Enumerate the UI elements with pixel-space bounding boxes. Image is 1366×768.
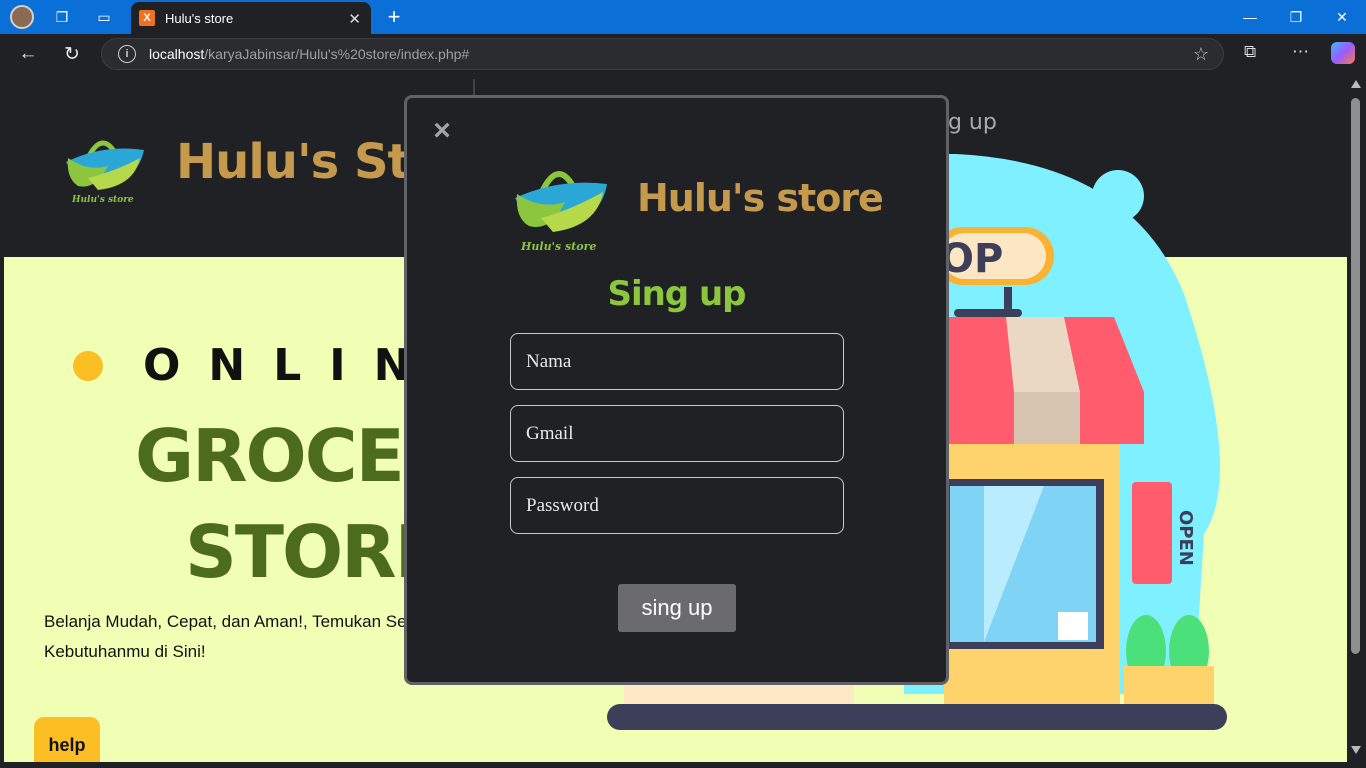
scroll-thumb[interactable] [1351, 98, 1360, 654]
close-icon[interactable]: × [429, 116, 455, 146]
hero-description: Belanja Mudah, Cepat, dan Aman!, Temukan… [44, 612, 407, 661]
logo-caption: Hulu's store [71, 195, 134, 205]
open-sign-text: OPEN [1175, 510, 1196, 566]
back-arrow-icon[interactable]: ← [16, 42, 40, 66]
window-close-icon[interactable]: ✕ [1322, 5, 1362, 29]
scroll-down-arrow-icon[interactable] [1351, 746, 1361, 754]
modal-brand: Hulu's store [637, 176, 884, 220]
signup-button[interactable]: sing up [618, 584, 736, 632]
signup-modal: × Hulu's store Hulu's store Sing up sing… [404, 95, 949, 685]
modal-logo-icon: Hulu's store [515, 171, 607, 253]
minimize-icon[interactable]: — [1230, 5, 1270, 29]
shop-sign-text: OP [940, 236, 1003, 282]
page-scrollbar[interactable] [1347, 74, 1366, 762]
help-button[interactable]: help [34, 717, 100, 762]
address-bar[interactable]: i localhost/karyaJabinsar/Hulu's%20store… [101, 38, 1224, 70]
tab-title: Hulu's store [165, 10, 234, 26]
profile-avatar[interactable] [10, 5, 34, 29]
copilot-icon[interactable] [1331, 42, 1355, 64]
refresh-icon[interactable]: ↻ [60, 42, 84, 66]
tab-hulus-store[interactable]: X Hulu's store ✕ [131, 2, 371, 34]
restore-icon[interactable]: ❐ [1276, 5, 1316, 29]
new-tab-icon[interactable]: + [382, 4, 406, 29]
browser-tab-bar: ❐ ▭ X Hulu's store ✕ + — ❐ ✕ [0, 0, 1366, 34]
extensions-icon[interactable]: ⧉ [1244, 42, 1256, 62]
modal-logo-caption: Hulu's store [520, 240, 596, 253]
name-field[interactable] [510, 333, 844, 390]
favorite-star-icon[interactable]: ☆ [1193, 44, 1209, 65]
gmail-field[interactable] [510, 405, 844, 462]
site-info-icon[interactable]: i [118, 45, 136, 63]
browser-toolbar: ← ↻ i localhost/karyaJabinsar/Hulu's%20s… [0, 34, 1366, 74]
url-text[interactable]: localhost/karyaJabinsar/Hulu's%20store/i… [149, 46, 469, 62]
bullet-dot [73, 351, 103, 381]
tab-close-icon[interactable]: ✕ [348, 10, 361, 28]
xampp-favicon-icon: X [139, 10, 155, 26]
more-menu-icon[interactable]: ⋯ [1292, 42, 1309, 62]
modal-title: Sing up [607, 274, 746, 314]
workspaces-icon[interactable]: ❐ [50, 5, 74, 29]
scroll-up-arrow-icon[interactable] [1351, 80, 1361, 88]
tab-actions-icon[interactable]: ▭ [92, 5, 116, 29]
store-logo-icon: Hulu's store [66, 140, 144, 205]
password-field[interactable] [510, 477, 844, 534]
